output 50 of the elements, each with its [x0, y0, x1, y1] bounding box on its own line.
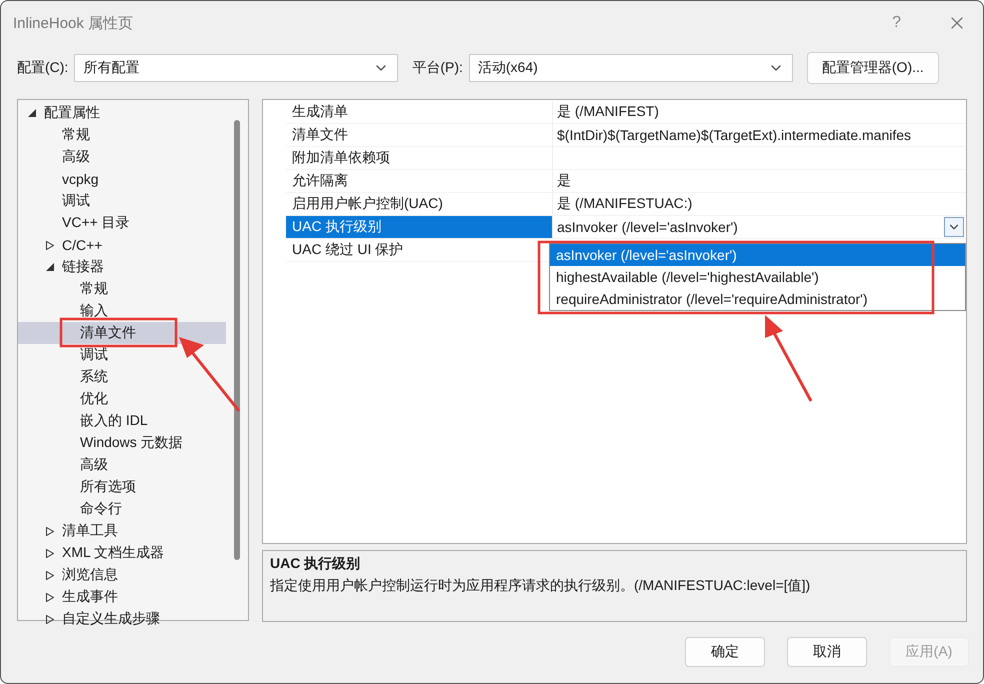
collapsed-triangle-icon[interactable] — [46, 570, 54, 580]
tree-item[interactable]: 嵌入的 IDL — [18, 410, 226, 432]
tree-item[interactable]: VC++ 目录 — [18, 212, 226, 234]
tree-item[interactable]: 常规 — [18, 278, 226, 300]
collapsed-triangle-icon[interactable] — [46, 548, 54, 558]
tree-item[interactable]: 高级 — [18, 146, 226, 168]
tree-item[interactable]: C/C++ — [18, 234, 226, 256]
configuration-label: 配置(C): — [17, 59, 68, 77]
description-text: 指定使用用户帐户控制运行时为应用程序请求的执行级别。(/MANIFESTUAC:level=[值]) — [270, 577, 812, 595]
scrollbar-thumb[interactable] — [234, 120, 240, 560]
tree-item[interactable]: 清单文件 — [18, 322, 226, 344]
expanded-triangle-icon[interactable] — [46, 263, 54, 271]
tree-item[interactable]: vcpkg — [18, 168, 226, 190]
tree-item[interactable]: Windows 元数据 — [18, 432, 226, 454]
collapsed-triangle-icon[interactable] — [46, 240, 54, 250]
dropdown-button[interactable] — [944, 217, 964, 237]
tree-item[interactable]: 所有选项 — [18, 476, 226, 498]
tree-item[interactable]: 浏览信息 — [18, 564, 226, 586]
tree-item[interactable]: 清单工具 — [18, 520, 226, 542]
expanded-triangle-icon[interactable] — [28, 109, 36, 117]
platform-label: 平台(P): — [412, 59, 463, 77]
platform-dropdown[interactable]: 活动(x64) — [468, 54, 793, 82]
tree-item[interactable]: 常规 — [18, 124, 226, 146]
collapsed-triangle-icon[interactable] — [46, 592, 54, 602]
configuration-manager-button[interactable]: 配置管理器(O)... — [806, 52, 939, 84]
tree-item[interactable]: 高级 — [18, 454, 226, 476]
window-title: InlineHook 属性页 — [13, 14, 134, 32]
tree-item[interactable]: 自定义生成步骤 — [18, 608, 226, 630]
tree-item[interactable]: 输入 — [18, 300, 226, 322]
property-value: $(IntDir)$(TargetName)$(TargetExt).intermediate.manifes — [556, 126, 912, 145]
tree-item[interactable]: 配置属性 — [18, 102, 226, 124]
tree-item[interactable]: 命令行 — [18, 498, 226, 520]
tree-item[interactable]: 链接器 — [18, 256, 226, 278]
tree-item[interactable]: 优化 — [18, 388, 226, 410]
tree-item[interactable]: 生成事件 — [18, 586, 226, 608]
dialog-button[interactable]: 取消 — [787, 637, 867, 667]
tree-item[interactable]: 调试 — [18, 344, 226, 366]
dialog-button[interactable]: 确定 — [685, 637, 765, 667]
configuration-dropdown[interactable]: 所有配置 — [74, 54, 398, 82]
property-value: 是 (/MANIFESTUAC:) — [556, 194, 694, 213]
dropdown-option[interactable]: asInvoker (/level='asInvoker') — [550, 244, 965, 266]
property-name[interactable]: UAC 执行级别 — [286, 216, 553, 238]
tree-item[interactable]: XML 文档生成器 — [18, 542, 226, 564]
collapsed-triangle-icon[interactable] — [46, 614, 54, 624]
property-value: 是 (/MANIFEST) — [556, 102, 660, 121]
tree-item[interactable]: 系统 — [18, 366, 226, 388]
description-title: UAC 执行级别 — [270, 555, 362, 573]
collapsed-triangle-icon[interactable] — [46, 526, 54, 536]
tree-item[interactable]: 调试 — [18, 190, 226, 212]
property-value: 是 — [556, 171, 572, 190]
